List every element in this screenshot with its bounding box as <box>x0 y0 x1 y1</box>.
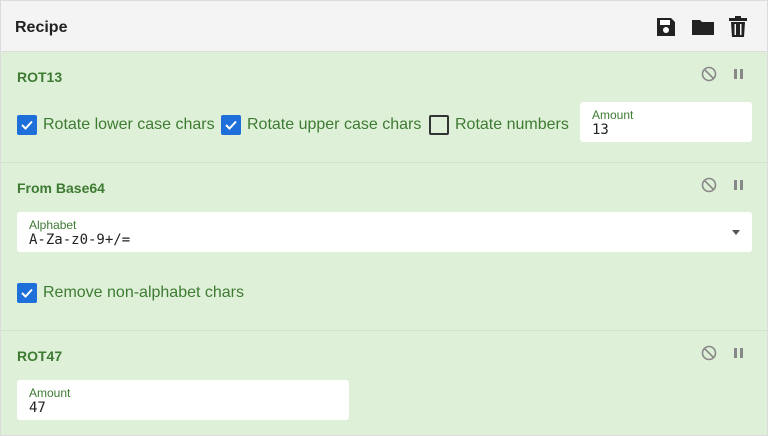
checkbox-remove-non-alphabet[interactable]: Remove non-alphabet chars <box>17 282 244 304</box>
checkbox-checked-icon <box>221 115 241 135</box>
field-label: Amount <box>29 386 71 400</box>
operation-from-base64: From Base64 Alphabet A-Za-z0-9+/= Remove… <box>1 163 767 331</box>
folder-icon[interactable] <box>691 16 714 38</box>
field-label: Amount <box>592 108 634 122</box>
field-label: Alphabet <box>29 218 77 232</box>
operation-title: ROT13 <box>17 69 63 85</box>
checkbox-rotate-upper[interactable]: Rotate upper case chars <box>221 114 421 136</box>
alphabet-select[interactable]: Alphabet A-Za-z0-9+/= <box>17 212 752 252</box>
save-icon[interactable] <box>655 16 677 38</box>
checkbox-checked-icon <box>17 115 37 135</box>
field-value: 13 <box>592 122 609 138</box>
operation-rot47: ROT47 Amount 47 <box>1 331 767 435</box>
checkbox-checked-icon <box>17 283 37 303</box>
checkbox-rotate-numbers[interactable]: Rotate numbers <box>429 114 569 136</box>
pause-icon[interactable] <box>731 66 747 82</box>
disable-icon[interactable] <box>701 177 717 193</box>
pause-icon[interactable] <box>731 177 747 193</box>
recipe-title: Recipe <box>15 19 68 36</box>
operation-title: ROT47 <box>17 348 63 364</box>
disable-icon[interactable] <box>701 66 717 82</box>
operation-title: From Base64 <box>17 180 105 196</box>
amount-field[interactable]: Amount 13 <box>580 102 752 142</box>
checkbox-label: Rotate numbers <box>455 116 569 133</box>
disable-icon[interactable] <box>701 345 717 361</box>
field-value: 47 <box>29 400 46 416</box>
checkbox-label: Rotate lower case chars <box>43 116 215 133</box>
operation-rot13: ROT13 Rotate lower case chars Rotate upp… <box>1 52 767 163</box>
recipe-header: Recipe <box>1 1 767 52</box>
checkbox-rotate-lower[interactable]: Rotate lower case chars <box>17 114 215 136</box>
checkbox-unchecked-icon <box>429 115 449 135</box>
checkbox-label: Rotate upper case chars <box>247 116 422 133</box>
chevron-down-icon[interactable] <box>732 230 740 235</box>
trash-icon[interactable] <box>728 16 750 38</box>
pause-icon[interactable] <box>731 345 747 361</box>
field-value: A-Za-z0-9+/= <box>29 232 131 248</box>
amount-field[interactable]: Amount 47 <box>17 380 349 420</box>
recipe-panel: Recipe ROT13 Rotate lower case chars Rot… <box>0 0 768 436</box>
checkbox-label: Remove non-alphabet chars <box>43 284 245 301</box>
